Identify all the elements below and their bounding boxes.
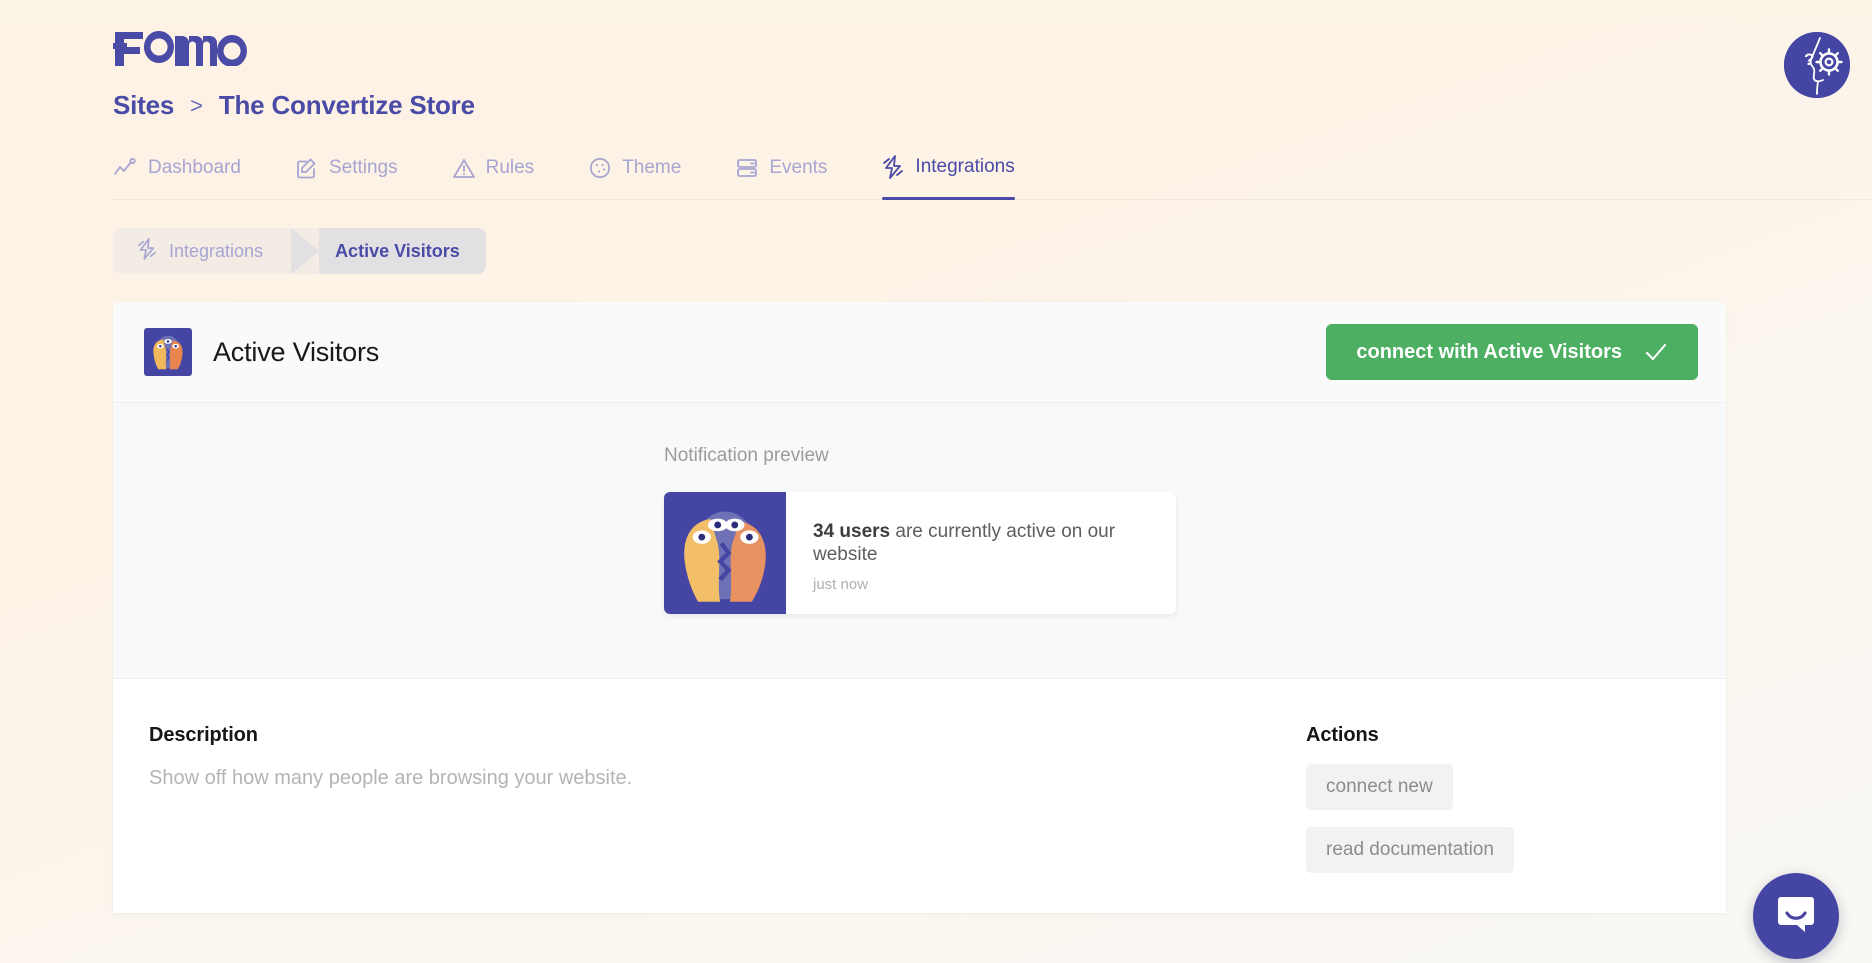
- fomo-logo[interactable]: [113, 22, 1872, 66]
- help-face-gear-icon: ?: [1784, 32, 1850, 98]
- tab-rules[interactable]: Rules: [452, 149, 557, 199]
- description-section: Description Show off how many people are…: [149, 724, 632, 873]
- integration-card: Active Visitors connect with Active Visi…: [113, 302, 1726, 913]
- description-body: Show off how many people are browsing yo…: [149, 767, 633, 789]
- integration-details: Description Show off how many people are…: [113, 679, 1726, 913]
- notification-timestamp: just now: [813, 576, 869, 594]
- chat-smile-bubble-icon: [1778, 897, 1814, 932]
- integration-title: Active Visitors: [213, 336, 380, 367]
- breadcrumb-chevron-icon: [291, 228, 320, 274]
- connect-with-integration-button[interactable]: connect with Active Visitors: [1326, 324, 1698, 380]
- fomo-logo-icon: [113, 31, 247, 66]
- tab-integrations[interactable]: Integrations: [882, 147, 1036, 200]
- help-button[interactable]: ?: [1784, 32, 1850, 98]
- line-chart-icon: [113, 158, 137, 178]
- description-heading: Description: [149, 724, 258, 746]
- action-row-read-documentation: read documentation: [1306, 810, 1698, 873]
- active-visitors-faces-icon: [144, 328, 192, 376]
- tab-events[interactable]: Events: [736, 149, 849, 199]
- lightning-bolt-icon: [137, 237, 157, 265]
- svg-text:?: ?: [1804, 50, 1814, 69]
- notification-message: 34 users are currently active on our web…: [813, 520, 1154, 566]
- tab-dashboard-label: Dashboard: [148, 157, 241, 178]
- sub-breadcrumb-current[interactable]: Active Visitors: [319, 228, 486, 274]
- read-documentation-button[interactable]: read documentation: [1306, 827, 1514, 873]
- tab-settings-label: Settings: [328, 157, 398, 178]
- notification-preview-label: Notification preview: [664, 445, 829, 466]
- breadcrumb-separator: >: [190, 92, 203, 118]
- sub-breadcrumb-parent-label: Integrations: [169, 240, 264, 261]
- connect-new-button[interactable]: connect new: [1306, 764, 1453, 810]
- sub-breadcrumb: Integrations Active Visitors: [113, 228, 1872, 274]
- tab-integrations-label: Integrations: [915, 156, 1015, 177]
- notification-preview-card: 34 users are currently active on our web…: [664, 492, 1176, 614]
- main-tab-bar: Dashboard Settings Rules Theme Events In…: [113, 147, 1872, 200]
- integration-card-header: Active Visitors connect with Active Visi…: [113, 302, 1726, 403]
- breadcrumb: Sites > The Convertize Store: [113, 90, 1872, 121]
- sub-breadcrumb-current-label: Active Visitors: [335, 240, 460, 261]
- notification-preview-area: Notification preview 34 users are curren…: [113, 403, 1726, 679]
- tab-theme-label: Theme: [622, 157, 682, 178]
- notification-image: [664, 492, 786, 614]
- tab-theme[interactable]: Theme: [589, 149, 703, 199]
- actions-section: Actions connect new read documentation: [1306, 724, 1698, 873]
- warning-triangle-icon: [452, 158, 475, 179]
- notification-highlight: 34 users: [813, 521, 891, 542]
- actions-heading: Actions: [1306, 724, 1379, 746]
- tab-dashboard[interactable]: Dashboard: [113, 149, 263, 199]
- connect-button-label: connect with Active Visitors: [1356, 340, 1622, 363]
- lightning-bolt-icon: [882, 155, 904, 179]
- tab-settings[interactable]: Settings: [296, 149, 420, 199]
- notification-body: 34 users are currently active on our web…: [786, 492, 1176, 614]
- palette-icon: [589, 157, 611, 179]
- action-row-connect-new: connect new: [1306, 747, 1698, 810]
- breadcrumb-site-name[interactable]: The Convertize Store: [219, 90, 475, 121]
- tab-events-label: Events: [769, 157, 828, 178]
- pencil-square-icon: [296, 157, 318, 179]
- sub-breadcrumb-integrations[interactable]: Integrations: [113, 228, 294, 274]
- stacked-bars-icon: [736, 157, 758, 179]
- check-icon: [1644, 340, 1668, 364]
- tab-rules-label: Rules: [485, 157, 535, 178]
- breadcrumb-sites-link[interactable]: Sites: [113, 90, 174, 121]
- chat-launcher-button[interactable]: [1753, 873, 1839, 959]
